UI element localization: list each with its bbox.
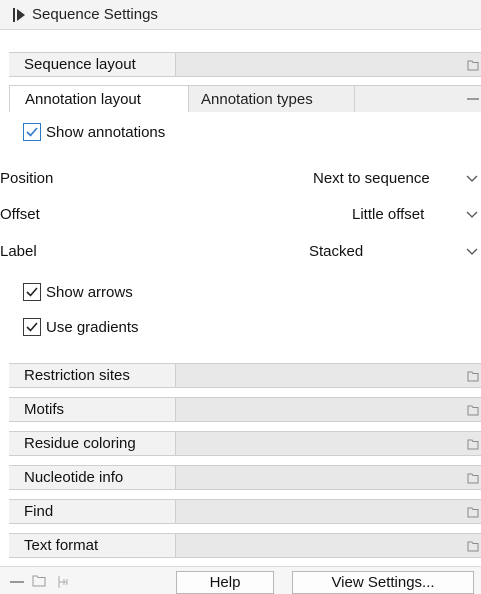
section-sequence-layout[interactable]: Sequence layout (9, 52, 481, 77)
section-label: Nucleotide info (9, 466, 176, 489)
collapse-all-icon[interactable] (10, 580, 24, 584)
section-motifs[interactable]: Motifs (9, 397, 481, 422)
folder-icon[interactable] (467, 59, 479, 71)
position-value: Next to sequence (313, 170, 430, 187)
folder-icon[interactable] (467, 540, 479, 552)
section-label: Residue coloring (9, 432, 176, 455)
checkbox-checked-icon[interactable] (23, 283, 41, 301)
chevron-down-icon (466, 175, 478, 182)
offset-value: Little offset (352, 206, 425, 223)
section-label: Text format (9, 534, 176, 557)
position-select[interactable]: Next to sequence (313, 170, 478, 187)
show-annotations-checkbox[interactable]: Show annotations (23, 123, 165, 141)
chevron-down-icon (466, 248, 478, 255)
offset-label: Offset (0, 206, 40, 223)
label-value: Stacked (309, 243, 364, 260)
offset-select[interactable]: Little offset (352, 206, 478, 223)
folder-icon[interactable] (467, 404, 479, 416)
checkbox-checked-icon[interactable] (23, 123, 41, 141)
folder-icon[interactable] (467, 370, 479, 382)
use-gradients-checkbox[interactable]: Use gradients (23, 318, 139, 336)
collapse-panel-icon[interactable] (12, 7, 26, 23)
label-select[interactable]: Stacked (309, 243, 478, 260)
dock-icon[interactable] (56, 575, 70, 589)
show-arrows-label: Show arrows (46, 283, 133, 301)
position-label: Position (0, 170, 54, 187)
section-nucleotide-info[interactable]: Nucleotide info (9, 465, 481, 490)
folder-icon[interactable] (467, 438, 479, 450)
section-label: Sequence layout (9, 53, 176, 76)
chevron-down-icon (466, 211, 478, 218)
expand-all-icon[interactable] (32, 575, 46, 587)
use-gradients-label: Use gradients (46, 318, 139, 336)
checkbox-checked-icon[interactable] (23, 318, 41, 336)
tab-annotation-types[interactable]: Annotation types (189, 86, 355, 112)
view-settings-button[interactable]: View Settings... (292, 571, 474, 594)
show-annotations-label: Show annotations (46, 123, 166, 141)
label-field-label: Label (0, 243, 37, 260)
section-text-format[interactable]: Text format (9, 533, 481, 558)
section-residue-coloring[interactable]: Residue coloring (9, 431, 481, 456)
section-find[interactable]: Find (9, 499, 481, 524)
panel-title: Sequence Settings (32, 6, 158, 23)
minimize-icon[interactable] (467, 98, 479, 100)
annotation-tab-bar: Annotation layout Annotation types (9, 85, 481, 112)
section-label: Find (9, 500, 176, 523)
section-label: Motifs (9, 398, 176, 421)
folder-icon[interactable] (467, 506, 479, 518)
section-label: Restriction sites (9, 364, 176, 387)
help-button[interactable]: Help (176, 571, 274, 594)
section-restriction-sites[interactable]: Restriction sites (9, 363, 481, 388)
tab-annotation-layout[interactable]: Annotation layout (9, 86, 189, 112)
panel-header: Sequence Settings (0, 0, 481, 30)
folder-icon[interactable] (467, 472, 479, 484)
panel-footer: Help View Settings... (0, 566, 481, 594)
show-arrows-checkbox[interactable]: Show arrows (23, 283, 133, 301)
